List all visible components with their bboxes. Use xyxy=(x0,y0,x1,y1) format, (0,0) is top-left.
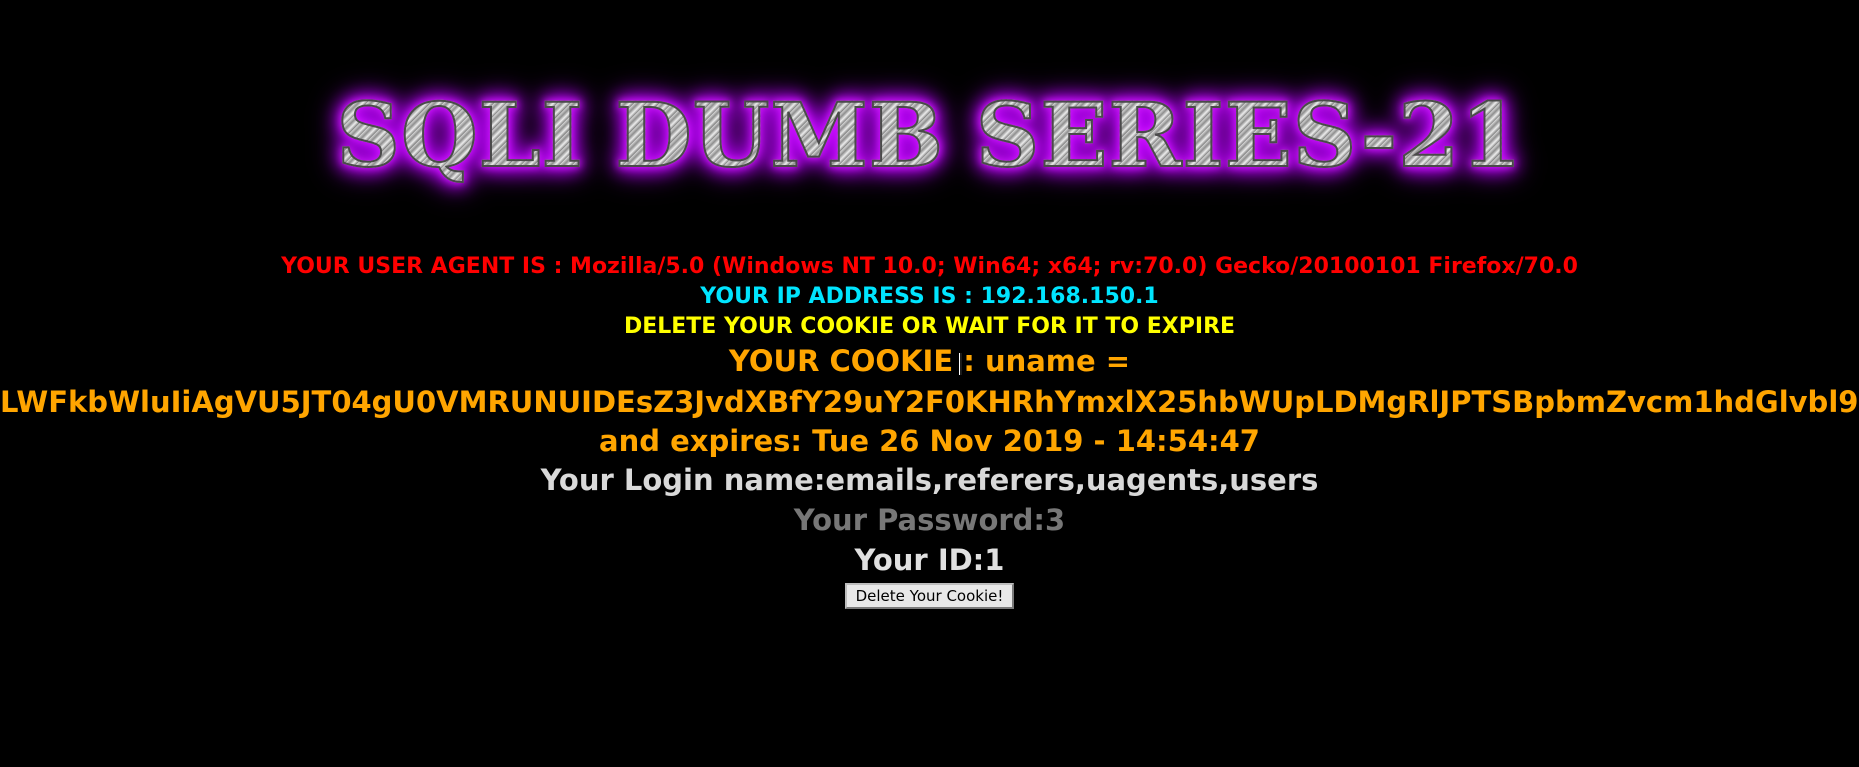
sqli-dumb-series-banner: SQLI DUMB SERIES-21 xyxy=(0,70,1859,200)
id-text: Your ID:1 xyxy=(854,543,1005,577)
cookie-expires: and expires: Tue 26 Nov 2019 - 14:54:47 xyxy=(599,424,1260,458)
delete-cookie-notice: DELETE YOUR COOKIE OR WAIT FOR IT TO EXP… xyxy=(623,314,1236,339)
ip-address-text: YOUR IP ADDRESS IS : 192.168.150.1 xyxy=(700,284,1159,309)
text-cursor-icon xyxy=(959,353,962,375)
banner-title: SQLI DUMB SERIES-21 xyxy=(335,82,1523,188)
password-text: Your Password:3 xyxy=(793,503,1066,537)
cookie-value: LWFkbWluIiAgVU5JT04gU0VMRUNUIDEsZ3JvdXBf… xyxy=(0,385,1859,419)
cookie-label: YOUR COOKIE : uname = xyxy=(728,344,1131,378)
delete-cookie-form: Delete Your Cookie! xyxy=(0,583,1859,609)
login-name-text: Your Login name:emails,referers,uagents,… xyxy=(540,463,1319,497)
user-agent-text: YOUR USER AGENT IS : Mozilla/5.0 (Window… xyxy=(281,254,1578,279)
delete-cookie-button[interactable]: Delete Your Cookie! xyxy=(844,583,1015,609)
